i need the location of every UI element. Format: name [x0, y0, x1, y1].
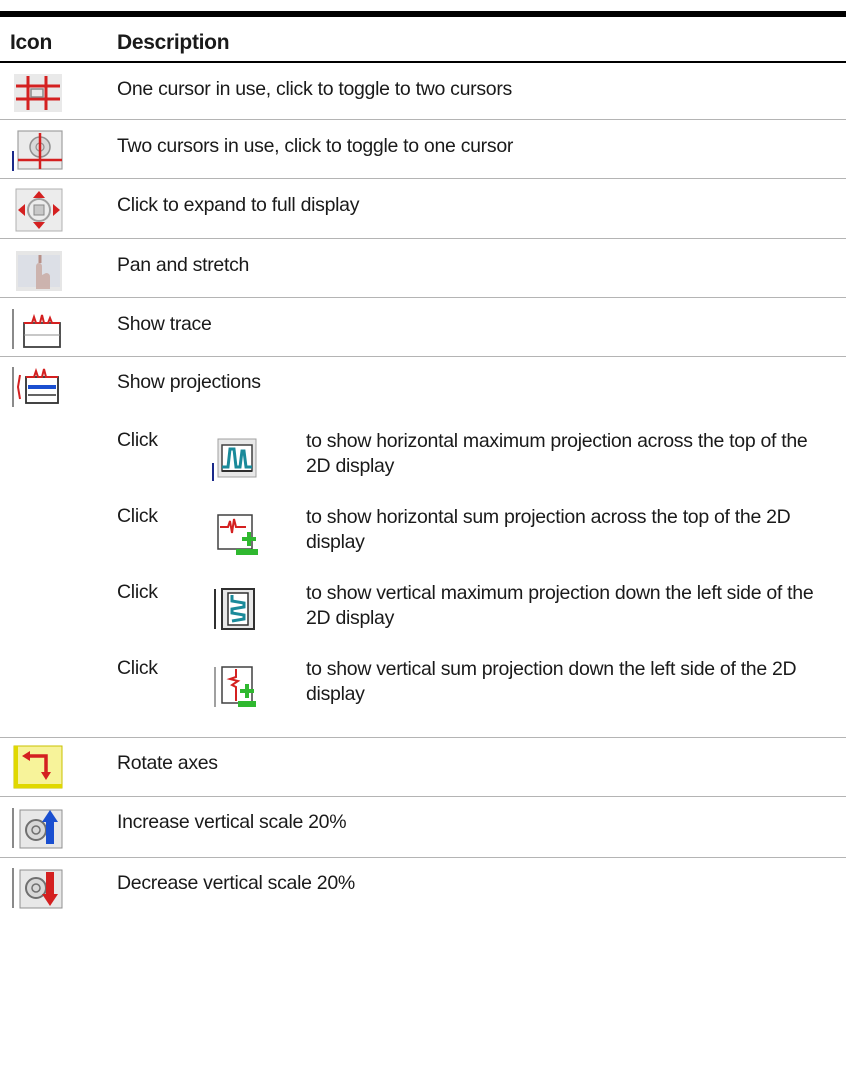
row-description: Increase vertical scale 20% — [117, 811, 347, 833]
row-description: Show projections — [117, 371, 261, 393]
list-item: Click to show vertical sum projection do… — [0, 657, 846, 727]
row-description: Decrease vertical scale 20% — [117, 872, 355, 894]
increase-vertical-scale-icon — [10, 804, 66, 852]
projection-description: to show vertical maximum projection down… — [306, 582, 814, 629]
projection-description: to show horizontal maximum projection ac… — [306, 430, 808, 477]
table-row: Show trace — [0, 298, 846, 357]
vertical-sum-projection-icon — [212, 663, 260, 711]
row-description: Two cursors in use, click to toggle to o… — [117, 135, 514, 157]
show-trace-icon — [10, 305, 66, 353]
click-label: Click — [117, 581, 158, 603]
list-item: Click to show horizontal maximum project… — [0, 429, 846, 499]
projection-description: to show vertical sum projection down the… — [306, 658, 797, 705]
click-label: Click — [117, 429, 158, 451]
horizontal-max-projection-icon — [212, 437, 260, 485]
one-cursor-icon — [10, 68, 66, 116]
row-description: Rotate axes — [117, 752, 218, 774]
rotate-axes-icon — [10, 742, 66, 790]
horizontal-sum-projection-icon — [212, 511, 260, 559]
table-row: Pan and stretch — [0, 239, 846, 298]
table-row: Decrease vertical scale 20% — [0, 858, 846, 938]
row-description: Pan and stretch — [117, 254, 250, 276]
vertical-max-projection-icon — [212, 585, 260, 633]
table-row: Rotate axes — [0, 738, 846, 797]
row-description: Show trace — [117, 313, 212, 335]
table-row: Two cursors in use, click to toggle to o… — [0, 120, 846, 179]
pan-stretch-icon — [10, 245, 66, 293]
header-icon: Icon — [10, 31, 52, 54]
table-row: Show projections Click to show horizonta… — [0, 357, 846, 738]
table-header: Icon Description — [0, 17, 846, 62]
header-description: Description — [117, 31, 230, 54]
projection-description: to show horizontal sum projection across… — [306, 506, 791, 553]
two-cursors-icon — [10, 127, 66, 175]
show-projections-icon — [10, 363, 66, 411]
click-label: Click — [117, 505, 158, 527]
list-item: Click to show horizontal sum projection … — [0, 505, 846, 575]
row-description: One cursor in use, click to toggle to tw… — [117, 78, 512, 100]
row-description: Click to expand to full display — [117, 194, 360, 216]
click-label: Click — [117, 657, 158, 679]
list-item: Click to show vertical maximum projectio… — [0, 581, 846, 651]
expand-full-display-icon — [10, 185, 66, 233]
table-row: One cursor in use, click to toggle to tw… — [0, 63, 846, 120]
table-row: Click to expand to full display — [0, 179, 846, 239]
table-row: Increase vertical scale 20% — [0, 797, 846, 858]
decrease-vertical-scale-icon — [10, 864, 66, 912]
